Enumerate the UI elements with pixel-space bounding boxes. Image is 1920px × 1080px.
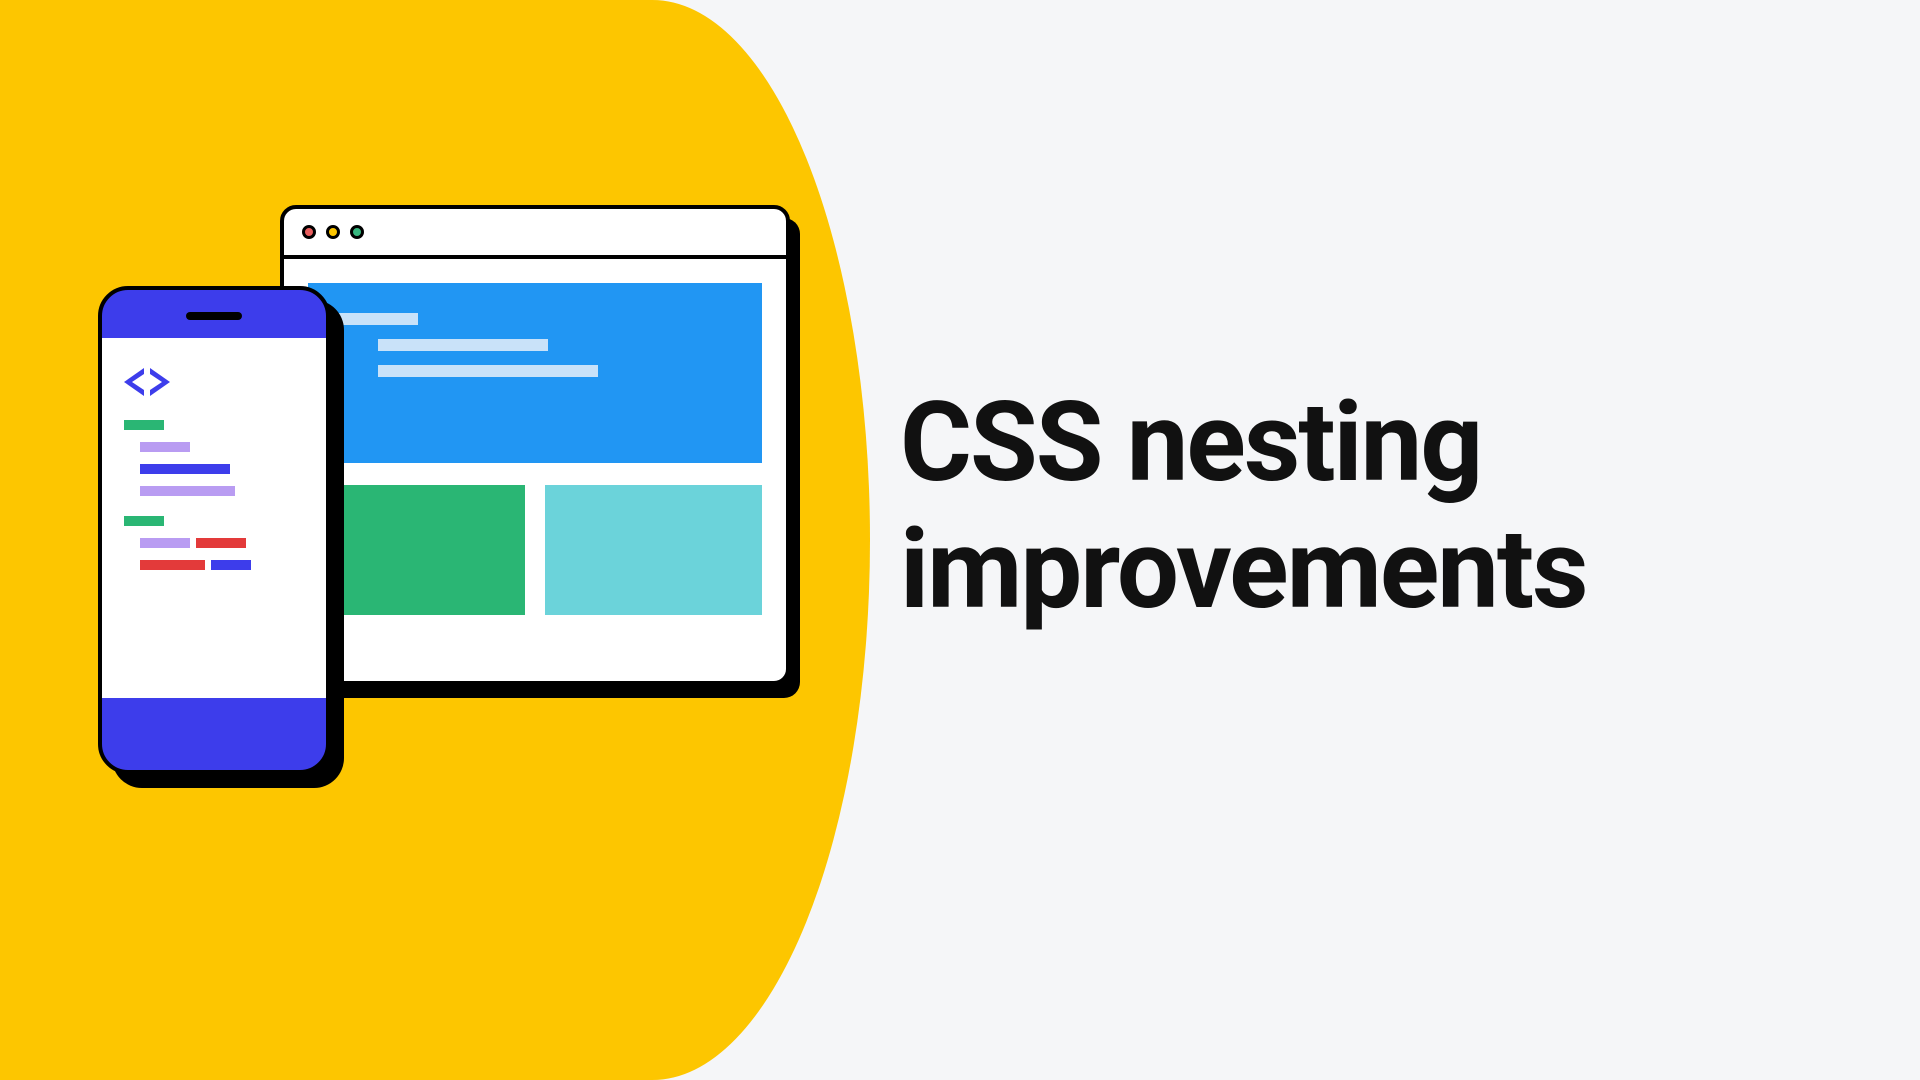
code-line-icon	[211, 560, 251, 570]
browser-hero-block	[308, 283, 762, 463]
phone-screen	[102, 338, 326, 698]
traffic-light-close-icon	[302, 225, 316, 239]
code-line-icon	[140, 486, 235, 496]
browser-window-icon	[280, 205, 790, 685]
traffic-light-minimize-icon	[326, 225, 340, 239]
code-line-icon	[124, 516, 164, 526]
code-line-icon	[140, 538, 190, 548]
code-line-icon	[140, 442, 190, 452]
hero-illustration	[90, 180, 810, 820]
browser-body	[284, 259, 786, 639]
placeholder-line-icon	[378, 339, 548, 351]
code-line-icon	[140, 464, 230, 474]
phone-device-icon	[98, 286, 330, 774]
code-brackets-icon	[124, 368, 304, 396]
code-line-icon	[140, 560, 205, 570]
traffic-light-maximize-icon	[350, 225, 364, 239]
code-line-icon	[124, 420, 164, 430]
browser-columns	[308, 485, 762, 615]
placeholder-line-icon	[338, 313, 418, 325]
code-line-icon	[196, 538, 246, 548]
page-title: CSS nesting improvements	[900, 380, 1920, 633]
cyan-block-icon	[545, 485, 762, 615]
phone-speaker-icon	[186, 312, 242, 320]
browser-titlebar	[284, 209, 786, 259]
placeholder-line-icon	[378, 365, 598, 377]
